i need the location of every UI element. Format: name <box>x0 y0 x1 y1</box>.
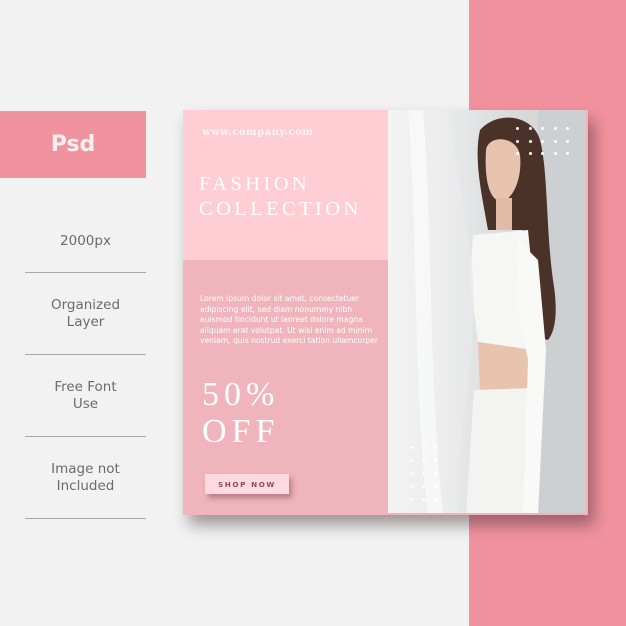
header-panel: www.company.com FASHION COLLECTION <box>183 110 388 260</box>
description-text: Lorem ipsum dolor sit amet, consectetuer… <box>200 294 378 346</box>
psd-badge: Psd <box>0 111 146 178</box>
feature-free-font: Free Font Use <box>25 355 146 437</box>
discount-label: 50% OFF <box>202 376 280 450</box>
social-media-post-mockup: www.company.com FASHION COLLECTION Lorem… <box>183 110 588 515</box>
feature-list: 2000px Organized Layer Free Font Use Ima… <box>25 210 146 519</box>
model-photo <box>388 110 588 515</box>
shop-now-button[interactable]: SHOP NOW <box>205 474 289 494</box>
feature-organized-layer: Organized Layer <box>25 273 146 355</box>
collection-title: FASHION COLLECTION <box>199 173 362 220</box>
feature-resolution: 2000px <box>25 210 146 273</box>
feature-image-not-included: Image not Included <box>25 437 146 519</box>
neck <box>496 198 512 230</box>
dot-pattern-top <box>516 127 569 155</box>
midriff <box>478 342 533 392</box>
dot-pattern-bottom <box>410 446 437 501</box>
company-url: www.company.com <box>202 127 314 138</box>
